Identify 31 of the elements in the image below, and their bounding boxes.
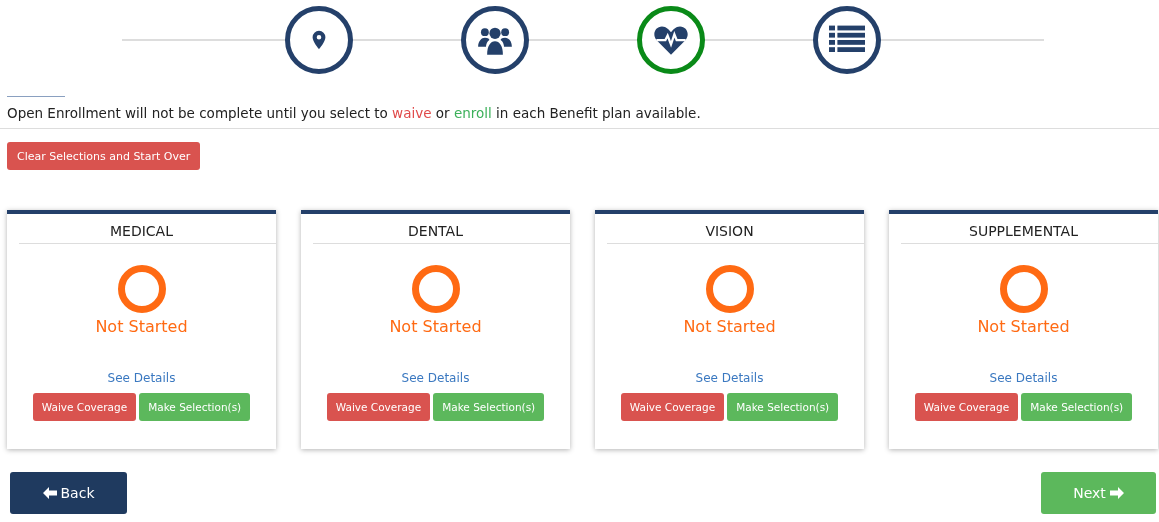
status-ring-icon [998, 264, 1049, 314]
heartbeat-icon [653, 24, 689, 56]
status-label: Not Started [95, 317, 188, 336]
make-selection-button[interactable]: Make Selection(s) [433, 393, 545, 421]
next-button[interactable]: Next [1041, 472, 1156, 514]
see-details-link[interactable]: See Details [989, 371, 1058, 385]
make-selection-button[interactable]: Make Selection(s) [139, 393, 251, 421]
arrow-right-icon [1109, 487, 1124, 499]
status-ring-icon [116, 264, 167, 314]
make-selection-button[interactable]: Make Selection(s) [727, 393, 839, 421]
see-details-link[interactable]: See Details [107, 371, 176, 385]
status-label: Not Started [977, 317, 1070, 336]
waive-coverage-button[interactable]: Waive Coverage [326, 393, 431, 421]
back-button[interactable]: Back [10, 472, 127, 514]
status-ring-icon [704, 264, 755, 314]
arrow-left-icon [42, 487, 57, 499]
card-title: MEDICAL [110, 223, 173, 239]
waive-coverage-button[interactable]: Waive Coverage [32, 393, 137, 421]
enrollment-notice: Open Enrollment will not be complete until you select to waive or enroll in each Benefit plan available. [7, 105, 702, 121]
card-title: SUPPLEMENTAL [969, 223, 1078, 239]
clear-selections-button[interactable]: Clear Selections and Start Over [7, 142, 201, 170]
card-title: VISION [705, 223, 754, 239]
see-details-link[interactable]: See Details [695, 371, 764, 385]
waive-coverage-button[interactable]: Waive Coverage [914, 393, 1019, 421]
see-details-link[interactable]: See Details [401, 371, 470, 385]
waive-coverage-button[interactable]: Waive Coverage [620, 393, 725, 421]
status-ring-icon [410, 264, 461, 314]
card-title: DENTAL [408, 223, 463, 239]
make-selection-button[interactable]: Make Selection(s) [1021, 393, 1133, 421]
status-label: Not Started [389, 317, 482, 336]
status-label: Not Started [683, 317, 776, 336]
